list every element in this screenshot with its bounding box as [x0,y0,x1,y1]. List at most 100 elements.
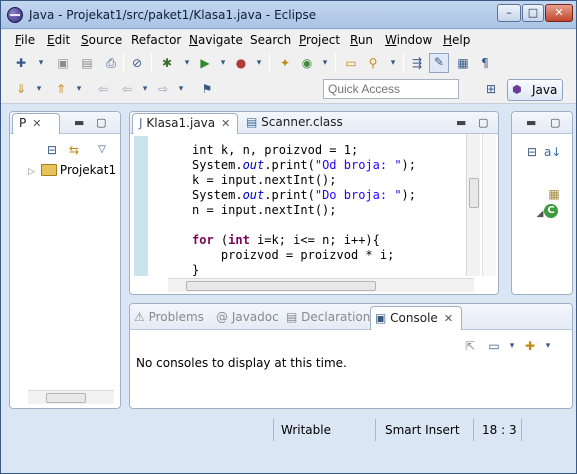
previous-annotation-icon[interactable]: ⇑ [53,81,69,97]
toolbar-separator [151,53,152,73]
quick-access-input[interactable] [323,79,459,99]
search-icon[interactable]: ⚲ [365,55,381,71]
skip-breakpoints-icon[interactable]: ⊘ [129,55,145,71]
maximize-button[interactable]: □ [522,4,544,22]
close-tab-icon[interactable]: ✕ [444,312,453,325]
sort-icon[interactable]: a↓ [544,144,561,160]
code-line: proizvod = proizvod * i; [192,248,395,262]
dropdown-arrow-icon[interactable]: ▾ [385,55,401,71]
minimize-view-icon[interactable]: ▬ [74,116,84,129]
editor-hscrollbar[interactable] [168,278,474,292]
editor-panel: J Klasa1.java ✕ ▤ Scanner.class ▬ ▢ int k… [129,111,499,295]
menu-window[interactable]: Window [385,33,432,47]
print-icon[interactable]: ⎙ [103,55,119,71]
tab-problems[interactable]: ⚠ Problems [134,308,204,329]
next-annotation-icon[interactable]: ⇓ [13,81,29,97]
project-tree-item[interactable]: ▷ Projekat1 [28,163,116,177]
code-line: int k, n, proizvod = 1; [192,143,359,157]
link-with-editor-icon[interactable]: ⇆ [66,142,82,158]
tab-package-explorer-label: P [19,116,27,130]
tab-console[interactable]: ▣ Console ✕ [370,306,462,330]
code-area[interactable]: int k, n, proizvod = 1; System.out.print(… [192,128,467,294]
java-perspective-icon: ⬢ [512,83,522,96]
show-whitespace-icon[interactable]: ¶ [477,55,493,71]
dropdown-arrow-icon[interactable]: ▾ [31,81,47,97]
tab-declaration[interactable]: ▤ Declaration [286,308,370,329]
dropdown-arrow-icon[interactable]: ▾ [504,338,520,354]
eclipse-logo-icon [7,7,23,23]
collapse-all-icon[interactable]: ⊟ [524,144,540,160]
open-console-icon[interactable]: ⇱ [462,338,478,354]
new-icon[interactable]: ✚ [13,55,29,71]
editor-hscroll-thumb[interactable] [186,281,376,291]
problems-icon: ⚠ [134,310,145,324]
minimize-view-icon[interactable]: ▬ [526,116,536,129]
menu-run[interactable]: Run [350,33,373,47]
menu-help[interactable]: Help [443,33,470,47]
dropdown-arrow-icon[interactable]: ▾ [317,55,333,71]
save-icon[interactable]: ▣ [55,55,71,71]
maximize-view-icon[interactable]: ▢ [550,116,560,129]
pin-editor-icon[interactable]: ⚑ [199,81,215,97]
view-menu-icon[interactable]: ▽ [94,142,110,158]
javadoc-icon: @ [216,310,228,324]
close-tab-icon[interactable]: ✕ [32,117,41,130]
code-line: k = input.nextInt(); [192,173,337,187]
display-console-icon[interactable]: ▭ [486,338,502,354]
maximize-view-icon[interactable]: ▢ [478,116,488,129]
code-line: } [192,263,200,277]
back-icon[interactable]: ⇦ [119,81,135,97]
status-writable: Writable [281,423,331,437]
dropdown-arrow-icon[interactable]: ▾ [251,55,267,71]
dropdown-arrow-icon[interactable]: ▾ [71,81,87,97]
window-title: Java - Projekat1/src/paket1/Klasa1.java … [29,8,317,22]
explorer-hscrollbar[interactable] [28,390,114,404]
dropdown-arrow-icon[interactable]: ▾ [540,338,556,354]
last-edit-icon[interactable]: ⇦ [95,81,111,97]
run-icon[interactable]: ▶ [197,55,213,71]
block-selection-icon[interactable]: ▦ [455,55,471,71]
toggle-breadcrumb-icon[interactable]: ⇶ [409,55,425,71]
open-type-icon[interactable]: ▭ [343,55,359,71]
menu-edit[interactable]: Edit [47,33,70,47]
debug-icon[interactable]: ✱ [159,55,175,71]
status-separator [473,419,474,441]
dropdown-arrow-icon[interactable]: ▾ [215,55,231,71]
close-button[interactable]: ✕ [545,4,573,22]
menu-project[interactable]: Project [299,33,340,47]
tab-package-explorer[interactable]: P ✕ [12,113,60,134]
expand-arrow-icon[interactable]: ▷ [28,167,35,177]
minimize-button[interactable]: – [497,4,521,22]
class-file-icon: ▤ [246,115,258,129]
dropdown-arrow-icon[interactable]: ▾ [173,81,189,97]
explorer-hscroll-thumb[interactable] [46,393,86,403]
console-message: No consoles to display at this time. [136,356,347,370]
editor-vscroll-thumb[interactable] [469,178,479,208]
open-perspective-icon[interactable]: ⊞ [483,81,499,97]
menu-search[interactable]: Search [250,33,291,47]
tab-javadoc[interactable]: @ Javadoc [216,308,279,329]
new-console-icon[interactable]: ✚ [522,338,538,354]
external-tools-icon[interactable]: ● [233,55,249,71]
dropdown-arrow-icon[interactable]: ▾ [137,81,153,97]
editor-vscrollbar[interactable] [466,134,480,276]
menu-file[interactable]: File [15,33,35,47]
editor-gutter [134,136,148,276]
class-icon: C [544,204,558,218]
menu-source[interactable]: Source [81,33,122,47]
code-line: for (int i=k; i<= n; i++){ [192,233,380,247]
menu-navigate[interactable]: Navigate [189,33,243,47]
save-all-icon[interactable]: ▤ [79,55,95,71]
toolbar-separator [403,53,404,73]
new-java-project-icon[interactable]: ✦ [277,55,293,71]
collapse-all-icon[interactable]: ⊟ [44,142,60,158]
status-separator [375,419,376,441]
new-class-icon[interactable]: ◉ [299,55,315,71]
forward-icon[interactable]: ⇨ [155,81,171,97]
mark-occurrences-icon[interactable]: ✎ [429,53,449,73]
menu-refactor[interactable]: Refactor [131,33,181,47]
maximize-view-icon[interactable]: ▢ [96,116,106,129]
java-perspective-button[interactable]: ⬢ Java [507,79,563,101]
dropdown-arrow-icon[interactable]: ▾ [179,55,195,71]
dropdown-arrow-icon[interactable]: ▾ [33,55,49,71]
